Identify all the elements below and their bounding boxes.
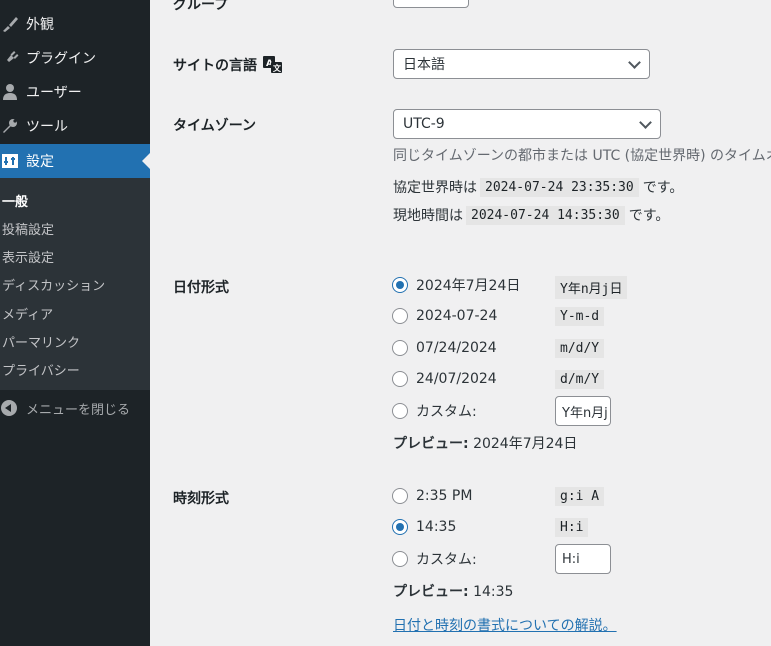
submenu-item-privacy[interactable]: プライバシー (2, 360, 80, 379)
time-preview-value: 14:35 (473, 584, 514, 600)
date-format-custom-input[interactable]: Y年n月j日 (555, 396, 611, 426)
settings-form: グループ サイトの言語 A文 日本語 タイムゾーン UTC-9 同じタイムゾーン… (150, 0, 771, 646)
time-format-custom-label: カスタム: (416, 552, 477, 568)
time-format-custom-input[interactable]: H:i (555, 544, 611, 574)
site-language-select[interactable]: 日本語 (393, 49, 650, 79)
date-format-code: Y-m-d (555, 307, 605, 326)
date-format-radio[interactable] (392, 308, 408, 324)
submenu-item-reading[interactable]: 表示設定 (2, 247, 54, 266)
date-format-custom-option[interactable]: カスタム: (392, 400, 477, 422)
utc-time-suffix: です。 (642, 180, 684, 196)
date-format-radio[interactable] (392, 371, 408, 387)
date-format-option[interactable]: 2024年7月24日 (392, 274, 520, 296)
sidebar-item-users[interactable]: ユーザー (0, 75, 150, 109)
local-time-line: 現地時間は 2024-07-24 14:35:30 です。 (393, 205, 669, 225)
settings-icon (0, 151, 20, 171)
collapse-menu-label: メニューを閉じる (26, 402, 131, 418)
group-label: グループ (173, 0, 229, 13)
date-format-radio[interactable] (392, 277, 408, 293)
timezone-value: UTC-9 (403, 116, 445, 132)
time-format-preview: プレビュー: 14:35 (393, 581, 513, 601)
date-format-radio[interactable] (392, 340, 408, 356)
date-format-custom-label: カスタム: (416, 404, 477, 420)
date-preview-label: プレビュー: (393, 436, 469, 452)
site-language-label: サイトの言語 (173, 58, 257, 74)
wp-admin-settings-page: 外観 プラグイン ユーザー ツール 設定 一般 投稿設定 表示設定 ディスカッシ… (0, 0, 771, 646)
time-preview-label: プレビュー: (393, 584, 469, 600)
date-preview-value: 2024年7月24日 (473, 436, 578, 452)
sidebar-item-settings[interactable]: 設定 (0, 144, 150, 178)
time-format-label: 時刻形式 (173, 491, 229, 507)
admin-sidebar: 外観 プラグイン ユーザー ツール 設定 一般 投稿設定 表示設定 ディスカッシ… (0, 0, 150, 646)
time-format-radio[interactable] (392, 488, 408, 504)
sidebar-item-appearance[interactable]: 外観 (0, 7, 150, 41)
utc-time-prefix: 協定世界時は (393, 180, 477, 196)
sidebar-item-label: ユーザー (26, 85, 82, 101)
site-language-value: 日本語 (403, 57, 445, 73)
time-format-code: H:i (555, 518, 589, 537)
date-format-preview: プレビュー: 2024年7月24日 (393, 433, 577, 453)
time-format-option-label: 14:35 (416, 519, 457, 535)
date-format-option-label: 07/24/2024 (416, 340, 497, 356)
sidebar-item-tools[interactable]: ツール (0, 109, 150, 143)
wrench-icon (0, 116, 20, 136)
local-time-suffix: です。 (628, 208, 670, 224)
local-time-prefix: 現地時間は (393, 208, 463, 224)
date-format-option[interactable]: 07/24/2024 (392, 337, 497, 359)
date-format-code: d/m/Y (555, 370, 605, 389)
date-format-option-label: 2024年7月24日 (416, 278, 521, 294)
date-format-custom-value: Y年n月j日 (562, 405, 610, 421)
date-time-help-link[interactable]: 日付と時刻の書式についての解説。 (393, 615, 617, 635)
utc-time-value: 2024-07-24 23:35:30 (480, 177, 639, 197)
local-time-value: 2024-07-24 14:35:30 (466, 205, 625, 225)
submenu-item-discussion[interactable]: ディスカッション (2, 275, 105, 294)
date-format-option-label: 24/07/2024 (416, 371, 497, 387)
submenu-item-general[interactable]: 一般 (2, 191, 28, 210)
time-format-radio[interactable] (392, 519, 408, 535)
timezone-label: タイムゾーン (173, 118, 257, 134)
plugin-icon (0, 48, 20, 68)
chevron-down-icon (628, 56, 641, 69)
time-format-custom-option[interactable]: カスタム: (392, 548, 477, 570)
chevron-down-icon (639, 116, 652, 129)
date-format-option[interactable]: 2024-07-24 (392, 305, 497, 327)
group-select[interactable] (393, 0, 469, 8)
date-format-label: 日付形式 (173, 280, 229, 296)
time-format-option[interactable]: 2:35 PM (392, 485, 472, 507)
time-format-option-label: 2:35 PM (416, 488, 473, 504)
translation-icon: A文 (263, 56, 283, 74)
sidebar-item-label: 外観 (26, 17, 54, 33)
date-format-custom-radio[interactable] (392, 403, 408, 419)
site-language-row-label: サイトの言語 A文 (173, 55, 283, 75)
time-format-custom-radio[interactable] (392, 551, 408, 567)
time-format-custom-value: H:i (562, 551, 580, 567)
sidebar-item-label: 設定 (26, 154, 54, 170)
settings-submenu: 一般 投稿設定 表示設定 ディスカッション メディア パーマリンク プライバシー (0, 178, 150, 390)
date-format-code: Y年n月j日 (555, 276, 628, 299)
timezone-description: 同じタイムゾーンの都市または UTC (協定世界時) のタイムオ (393, 148, 771, 164)
utc-time-line: 協定世界時は 2024-07-24 23:35:30 です。 (393, 177, 683, 197)
time-format-option[interactable]: 14:35 (392, 516, 456, 538)
timezone-select[interactable]: UTC-9 (393, 109, 661, 139)
collapse-arrow-icon (1, 400, 17, 416)
submenu-item-media[interactable]: メディア (2, 304, 53, 323)
date-format-option[interactable]: 24/07/2024 (392, 368, 497, 390)
sidebar-item-label: プラグイン (26, 51, 96, 67)
user-icon (0, 82, 20, 102)
svg-text:文: 文 (273, 63, 282, 73)
submenu-item-writing[interactable]: 投稿設定 (2, 219, 54, 238)
sidebar-item-plugins[interactable]: プラグイン (0, 41, 150, 75)
date-format-code: m/d/Y (555, 339, 605, 358)
submenu-item-permalinks[interactable]: パーマリンク (2, 332, 80, 351)
paintbrush-icon (0, 14, 20, 34)
collapse-menu-button[interactable]: メニューを閉じる (0, 396, 150, 420)
time-format-code: g:i A (555, 487, 605, 506)
sidebar-item-label: ツール (26, 119, 68, 135)
date-format-option-label: 2024-07-24 (416, 308, 498, 324)
